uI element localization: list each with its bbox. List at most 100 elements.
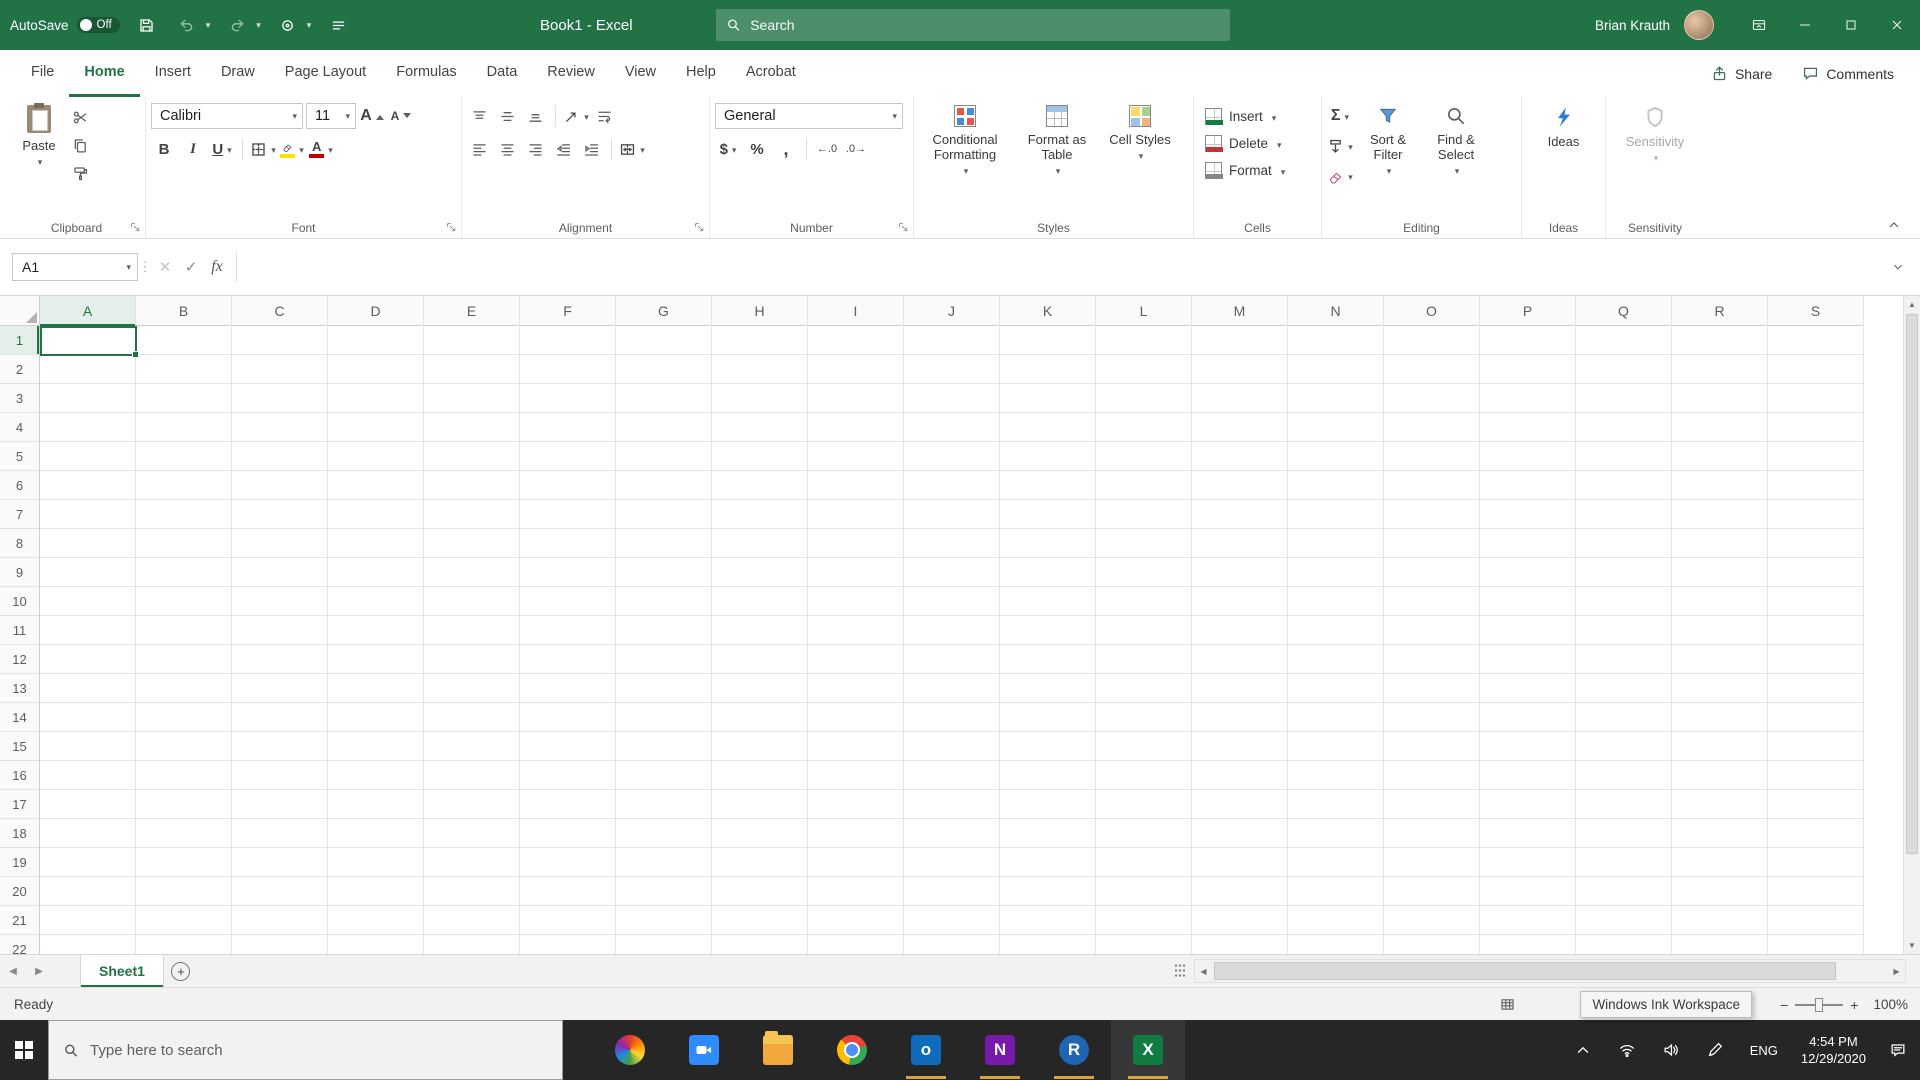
column-header-Q[interactable]: Q	[1576, 296, 1672, 326]
row-header-15[interactable]: 15	[0, 732, 39, 761]
cut-button[interactable]	[68, 105, 93, 129]
row-header-12[interactable]: 12	[0, 645, 39, 674]
windows-ink-button[interactable]	[1693, 1020, 1737, 1080]
column-header-J[interactable]: J	[904, 296, 1000, 326]
taskbar-app-chrome[interactable]	[815, 1020, 889, 1080]
align-bottom-button[interactable]	[523, 104, 548, 128]
decrease-indent-button[interactable]	[551, 137, 576, 161]
taskbar-app-files[interactable]	[741, 1020, 815, 1080]
sheet-tab-sheet1[interactable]: Sheet1	[80, 955, 164, 987]
shrink-font-button[interactable]: A	[388, 103, 414, 129]
conditional-formatting-button[interactable]: Conditional Formatting	[919, 101, 1011, 179]
formula-bar-grip[interactable]: ⋮	[138, 259, 152, 275]
ideas-button[interactable]: Ideas	[1538, 101, 1590, 149]
align-right-button[interactable]	[523, 137, 548, 161]
row-header-14[interactable]: 14	[0, 703, 39, 732]
horizontal-scrollbar[interactable]: ◀ ▶	[1194, 959, 1906, 983]
redo-dropdown-icon[interactable]: ▾	[256, 20, 261, 31]
touch-mode-button[interactable]	[275, 12, 301, 38]
row-header-13[interactable]: 13	[0, 674, 39, 703]
undo-button[interactable]	[174, 12, 200, 38]
row-header-4[interactable]: 4	[0, 413, 39, 442]
ribbon-tab-data[interactable]: Data	[472, 50, 533, 97]
titlebar-search-box[interactable]	[716, 9, 1230, 41]
clear-dropdown-icon[interactable]	[1346, 167, 1353, 185]
font-size-dropdown-icon[interactable]: ▾	[339, 111, 350, 122]
taskbar-search-box[interactable]	[48, 1020, 563, 1080]
ribbon-tab-home[interactable]: Home	[69, 50, 140, 97]
zoom-out-button[interactable]	[1780, 997, 1788, 1013]
name-box[interactable]: A1 ▾	[12, 253, 138, 281]
column-header-S[interactable]: S	[1768, 296, 1864, 326]
scroll-up-arrow[interactable]: ▲	[1904, 296, 1920, 313]
cell-styles-dropdown-icon[interactable]	[1137, 147, 1144, 164]
select-all-corner[interactable]	[0, 296, 40, 326]
delete-cells-button[interactable]: Delete	[1199, 130, 1316, 157]
ribbon-tab-file[interactable]: File	[16, 50, 69, 97]
borders-button[interactable]	[250, 136, 276, 162]
italic-button[interactable]: I	[180, 136, 206, 162]
row-header-9[interactable]: 9	[0, 558, 39, 587]
row-header-1[interactable]: 1	[0, 326, 39, 355]
font-name-combo[interactable]: Calibri ▾	[151, 103, 303, 129]
row-header-2[interactable]: 2	[0, 355, 39, 384]
paste-dropdown-icon[interactable]	[36, 153, 43, 170]
zoom-slider[interactable]	[1795, 997, 1844, 1012]
action-center-button[interactable]	[1876, 1020, 1920, 1080]
insert-cells-button[interactable]: Insert	[1199, 103, 1316, 130]
autosave-toggle[interactable]: AutoSave Off	[10, 17, 120, 33]
row-header-22[interactable]: 22	[0, 935, 39, 955]
column-header-P[interactable]: P	[1480, 296, 1576, 326]
row-header-19[interactable]: 19	[0, 848, 39, 877]
column-header-I[interactable]: I	[808, 296, 904, 326]
paste-button[interactable]: Paste	[13, 101, 65, 170]
row-header-6[interactable]: 6	[0, 471, 39, 500]
taskbar-app-zoom[interactable]	[667, 1020, 741, 1080]
network-button[interactable]	[1605, 1020, 1649, 1080]
underline-dropdown-icon[interactable]	[225, 140, 232, 158]
comments-button[interactable]: Comments	[1802, 65, 1894, 82]
column-header-K[interactable]: K	[1000, 296, 1096, 326]
row-header-16[interactable]: 16	[0, 761, 39, 790]
row-header-18[interactable]: 18	[0, 819, 39, 848]
fill-button[interactable]	[1327, 133, 1353, 159]
ribbon-tab-page-layout[interactable]: Page Layout	[270, 50, 381, 97]
find-select-dropdown-icon[interactable]	[1453, 162, 1460, 179]
formula-input-area[interactable]	[236, 252, 1884, 282]
row-header-20[interactable]: 20	[0, 877, 39, 906]
align-center-button[interactable]	[495, 137, 520, 161]
selected-cell[interactable]	[40, 326, 139, 358]
formula-input[interactable]	[237, 252, 1884, 282]
column-header-M[interactable]: M	[1192, 296, 1288, 326]
fill-dropdown-icon[interactable]	[1346, 137, 1353, 155]
horizontal-scroll-track[interactable]	[1212, 960, 1888, 982]
show-hidden-icons-button[interactable]	[1561, 1020, 1605, 1080]
column-header-L[interactable]: L	[1096, 296, 1192, 326]
clear-button[interactable]	[1327, 163, 1353, 189]
new-sheet-button[interactable]	[164, 955, 198, 987]
clipboard-dialog-launcher[interactable]	[129, 221, 142, 234]
comma-style-button[interactable]: ,	[773, 136, 799, 162]
orientation-button[interactable]	[563, 103, 589, 129]
format-painter-button[interactable]	[68, 161, 93, 185]
column-header-B[interactable]: B	[136, 296, 232, 326]
collapse-ribbon-button[interactable]	[1886, 217, 1904, 233]
column-header-G[interactable]: G	[616, 296, 712, 326]
number-format-combo[interactable]: General ▾	[715, 103, 903, 129]
format-dropdown-icon[interactable]	[1279, 163, 1286, 178]
merge-center-button[interactable]	[619, 136, 645, 162]
ribbon-display-options-button[interactable]	[1736, 0, 1782, 50]
fill-handle[interactable]	[132, 351, 139, 358]
zoom-in-button[interactable]	[1850, 997, 1858, 1013]
column-header-H[interactable]: H	[712, 296, 808, 326]
ribbon-tab-draw[interactable]: Draw	[206, 50, 270, 97]
grow-font-button[interactable]: A	[359, 103, 385, 129]
sort-filter-button[interactable]: Sort & Filter	[1356, 101, 1420, 179]
save-button[interactable]	[134, 12, 160, 38]
insert-function-button[interactable]: fx	[204, 254, 230, 280]
vertical-scroll-thumb[interactable]	[1906, 314, 1918, 854]
zoom-level[interactable]: 100%	[1873, 997, 1908, 1012]
autosave-pill[interactable]: Off	[76, 17, 120, 33]
increase-decimal-button[interactable]: ←.0	[814, 136, 840, 162]
alignment-dialog-launcher[interactable]	[693, 221, 706, 234]
